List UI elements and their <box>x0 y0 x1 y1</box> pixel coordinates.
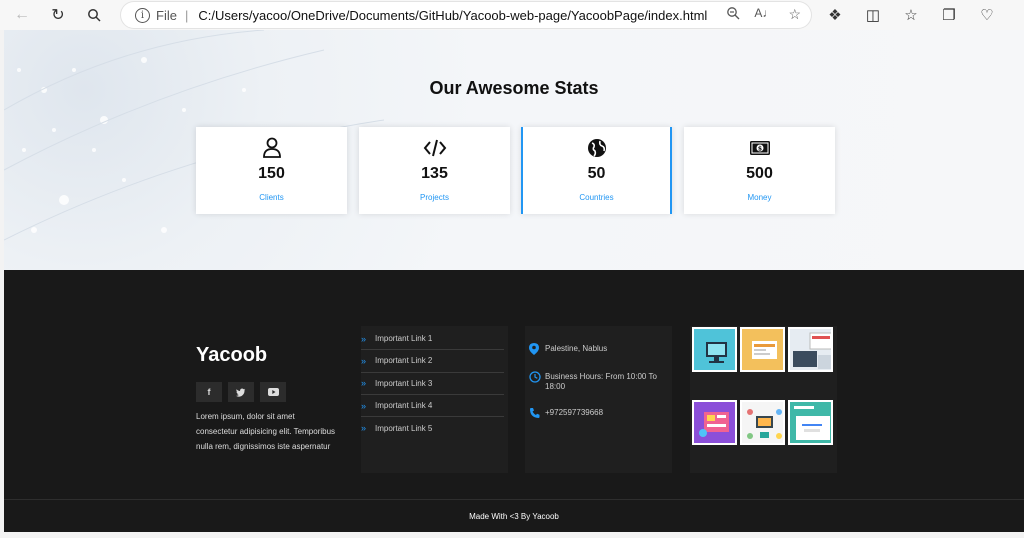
chevrons-right-icon: » <box>361 333 367 344</box>
location-text: Palestine, Nablus <box>545 344 608 353</box>
chevrons-right-icon: » <box>361 423 367 434</box>
money-icon: $ <box>749 141 770 155</box>
gallery-image-4[interactable] <box>692 400 737 445</box>
read-aloud-icon[interactable]: A♩ <box>754 6 774 23</box>
stat-value: 150 <box>258 165 285 182</box>
link-label: Important Link 1 <box>375 334 433 344</box>
contact-hours: Business Hours: From 10:00 To 18:00 <box>529 371 664 392</box>
footer-brand: Yacoob <box>196 344 268 366</box>
social-links: f <box>196 382 286 402</box>
stat-card-countries: 50 Countries <box>521 127 672 214</box>
footer-link-2[interactable]: » Important Link 2 <box>361 350 504 373</box>
collections-icon[interactable]: ❐ <box>936 2 962 28</box>
twitter-icon <box>236 388 246 397</box>
stat-value: 135 <box>421 165 448 182</box>
stat-value: 50 <box>587 165 606 182</box>
youtube-icon <box>267 388 279 396</box>
favorite-star-icon[interactable]: ☆ <box>788 6 801 23</box>
stat-card-projects: 135 Projects <box>359 127 510 214</box>
footer-gallery-column <box>690 326 837 473</box>
search-icon <box>88 9 101 22</box>
footer-link-5[interactable]: » Important Link 5 <box>361 417 504 439</box>
contact-phone: +972597739668 <box>529 407 664 422</box>
refresh-button[interactable]: ↻ <box>40 0 76 30</box>
footer-contact-column: Palestine, Nablus Business Hours: From 1… <box>525 326 672 473</box>
code-icon <box>423 139 446 157</box>
hours-text: Business Hours: From 10:00 To 18:00 <box>545 372 657 391</box>
stat-label: Projects <box>420 193 449 202</box>
link-label: Important Link 5 <box>375 423 433 433</box>
stats-section: Our Awesome Stats 150 Clients 135 Projec… <box>4 30 1024 270</box>
phone-icon <box>529 407 545 422</box>
youtube-button[interactable] <box>260 382 286 402</box>
contact-location: Palestine, Nablus <box>529 343 664 358</box>
footer-link-3[interactable]: » Important Link 3 <box>361 373 504 395</box>
stats-title: Our Awesome Stats <box>429 78 599 98</box>
search-button[interactable] <box>76 0 112 30</box>
copyright-bar: Made With <3 By Yacoob <box>4 499 1024 532</box>
footer-about-column: Yacoob f Lorem ipsum, dolor sit amet con… <box>196 326 336 473</box>
info-icon[interactable]: i <box>135 7 150 23</box>
browser-essentials-icon[interactable]: ♡ <box>974 2 1000 28</box>
stat-label: Countries <box>579 193 614 202</box>
link-label: Important Link 4 <box>375 401 433 411</box>
chevrons-right-icon: » <box>361 400 367 411</box>
user-icon <box>262 137 281 158</box>
footer-link-4[interactable]: » Important Link 4 <box>361 395 504 418</box>
phone-text: +972597739668 <box>545 408 604 417</box>
facebook-icon: f <box>207 387 211 397</box>
twitter-button[interactable] <box>228 382 254 402</box>
copyright-text: Made With <3 By Yacoob <box>469 512 559 521</box>
gallery-image-5[interactable] <box>740 400 785 445</box>
footer-gallery <box>692 327 837 473</box>
zoom-icon[interactable] <box>726 6 740 23</box>
stat-label: Clients <box>259 193 284 202</box>
clock-icon <box>529 371 545 386</box>
address-bar[interactable]: i File | C:/Users/yacoo/OneDrive/Documen… <box>121 2 811 28</box>
url-text[interactable]: C:/Users/yacoo/OneDrive/Documents/GitHub… <box>198 8 707 23</box>
chevrons-right-icon: » <box>361 378 367 389</box>
stat-card-money: $ 500 Money <box>684 127 835 214</box>
footer-links-column: » Important Link 1 » Important Link 2 » Imp… <box>361 326 508 473</box>
back-button[interactable]: ← <box>4 0 40 30</box>
link-label: Important Link 2 <box>375 356 433 366</box>
favorites-icon[interactable]: ☆ <box>898 2 924 28</box>
stat-card-clients: 150 Clients <box>196 127 347 214</box>
gallery-image-3[interactable] <box>788 327 833 372</box>
chevrons-right-icon: » <box>361 355 367 366</box>
gallery-image-2[interactable] <box>740 327 785 372</box>
footer: Yacoob f Lorem ipsum, dolor sit amet con… <box>4 270 1024 532</box>
file-label: File <box>156 7 177 23</box>
address-separator: | <box>184 7 189 23</box>
split-screen-icon[interactable]: ◫ <box>860 2 886 28</box>
facebook-button[interactable]: f <box>196 382 222 402</box>
footer-link-1[interactable]: » Important Link 1 <box>361 328 504 351</box>
link-label: Important Link 3 <box>375 378 433 388</box>
gallery-image-1[interactable] <box>692 327 737 372</box>
stat-value: 500 <box>746 165 773 182</box>
footer-about-text: Lorem ipsum, dolor sit amet consectetur … <box>196 412 336 451</box>
extensions-icon[interactable]: ❖ <box>822 2 848 28</box>
svg-text:$: $ <box>757 146 761 153</box>
location-pin-icon <box>529 343 545 358</box>
gallery-image-6[interactable] <box>788 400 833 445</box>
globe-icon <box>587 139 606 157</box>
stat-label: Money <box>747 193 772 202</box>
